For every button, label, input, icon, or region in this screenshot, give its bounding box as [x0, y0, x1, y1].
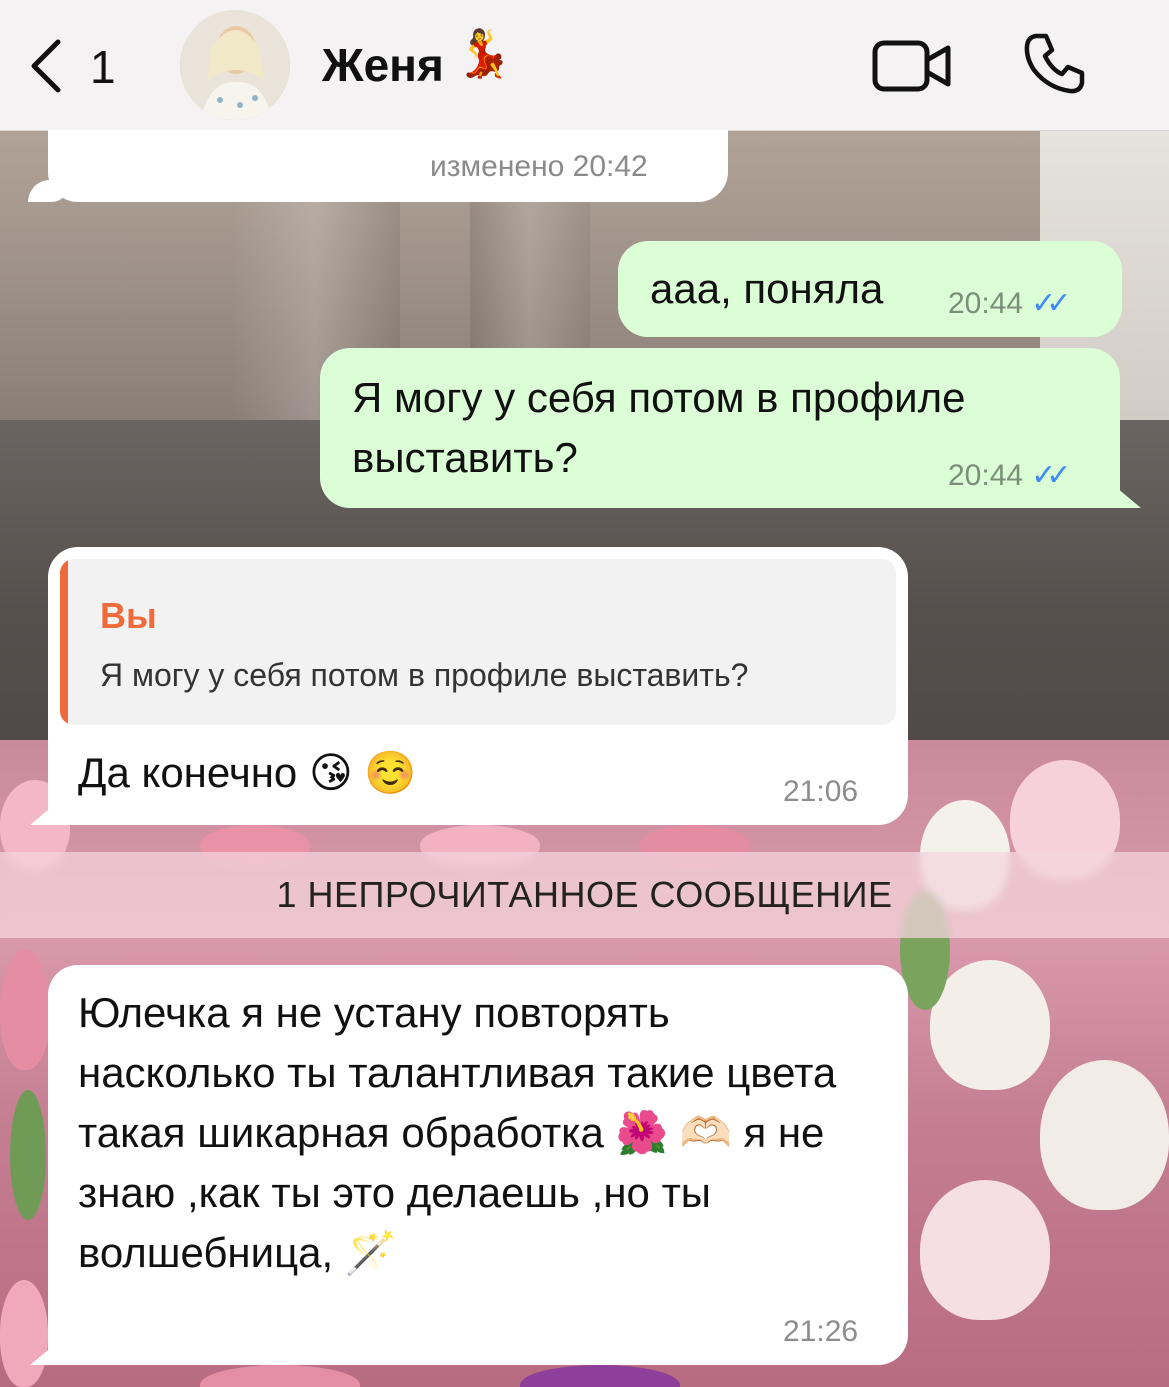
dancer-emoji-icon: 💃 — [455, 27, 513, 79]
contact-name[interactable]: Женя — [322, 38, 444, 92]
video-call-icon[interactable] — [872, 40, 952, 92]
message-time: 21:26 — [783, 1315, 859, 1348]
unread-banner-text: 1 НЕПРОЧИТАННОЕ СООБЩЕНИЕ — [276, 874, 893, 915]
message-text: Юлечка я не устану повторять насколько т… — [78, 989, 837, 1276]
chat-header: 1 Женя 💃 — [0, 0, 1169, 131]
incoming-message-bubble[interactable]: изменено 20:42 — [48, 130, 728, 202]
tulip-petal — [0, 950, 50, 1070]
phone-icon[interactable] — [1022, 30, 1088, 96]
unread-messages-banner: 1 НЕПРОЧИТАННОЕ СООБЩЕНИЕ — [0, 852, 1169, 938]
message-time: 21:06 — [783, 775, 859, 808]
message-time: 20:44 — [948, 287, 1024, 320]
back-chevron-icon[interactable] — [26, 38, 66, 94]
reply-accent-bar — [60, 559, 68, 725]
read-ticks-icon: ✓✓ — [1031, 287, 1071, 320]
tulip-leaf — [10, 1090, 46, 1220]
incoming-message-bubble[interactable]: Вы Я могу у себя потом в профиле выстави… — [48, 547, 908, 825]
avatar[interactable] — [180, 10, 290, 120]
reply-text: Я могу у себя потом в профиле выставить? — [100, 657, 749, 693]
avatar-photo — [180, 10, 290, 120]
incoming-message-bubble[interactable]: Юлечка я не устану повторять насколько т… — [48, 965, 908, 1365]
unread-back-count[interactable]: 1 — [90, 40, 116, 94]
reply-author: Вы — [100, 595, 157, 636]
tulip-petal — [920, 1180, 1050, 1320]
outgoing-message-bubble[interactable]: ааа, поняла 20:44 ✓✓ — [618, 241, 1122, 337]
message-meta: 20:44 ✓✓ — [948, 458, 1071, 493]
message-time: изменено 20:42 — [430, 150, 648, 183]
message-time: 20:44 — [948, 459, 1024, 492]
message-text: ааа, поняла — [650, 265, 884, 312]
tulip-petal — [930, 960, 1050, 1090]
message-meta: 20:44 ✓✓ — [948, 286, 1071, 321]
read-ticks-icon: ✓✓ — [1031, 459, 1071, 492]
tulip-petal — [1040, 1060, 1169, 1210]
message-text: Да конечно 😘 ☺️ — [78, 749, 417, 796]
outgoing-message-bubble[interactable]: Я могу у себя потом в профиле выставить?… — [320, 348, 1120, 508]
reply-quote[interactable]: Вы Я могу у себя потом в профиле выстави… — [60, 559, 896, 725]
tulip-petal — [0, 1280, 48, 1387]
